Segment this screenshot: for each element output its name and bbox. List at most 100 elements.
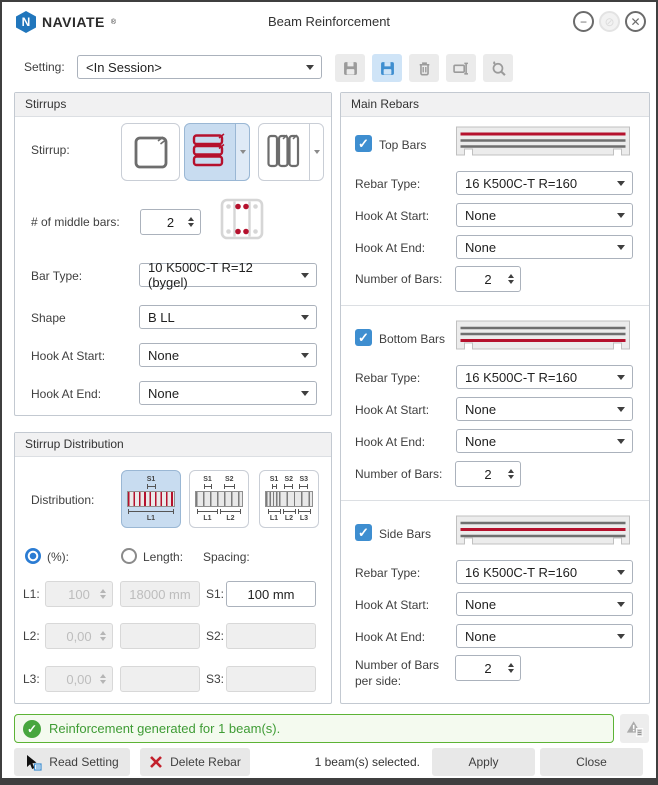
side-rebar-type-dropdown[interactable]: 16 K500C-T R=160	[456, 560, 633, 584]
top-number-of-bars-stepper[interactable]: 2	[455, 266, 521, 292]
side-bars-checkbox[interactable]: ✓	[355, 524, 372, 541]
s1-spacing-field[interactable]: 100 mm	[226, 581, 316, 607]
chevron-down-icon	[314, 150, 320, 154]
distribution-option-2zone[interactable]: S1 S2 L1 L2	[189, 470, 249, 528]
stirrup-stacked-dropdown[interactable]	[235, 124, 249, 180]
l2-length-field	[120, 623, 200, 649]
rename-setting-button[interactable]	[446, 54, 476, 82]
distribution-option-3zone[interactable]: S1 S2 S3 L1 L2 L3	[259, 470, 319, 528]
bottom-number-of-bars-stepper[interactable]: 2	[455, 461, 521, 487]
stirrup-hook-start-label: Hook At Start:	[31, 349, 105, 363]
l1-mini-label: L1	[147, 515, 155, 522]
side-number-of-bars-label: Number of Bars per side:	[355, 657, 451, 689]
percent-radio-label: (%):	[47, 550, 69, 564]
minimize-button[interactable]: −	[573, 11, 594, 32]
side-number-of-bars-value: 2	[484, 661, 491, 676]
stirrups-group: Stirrups Stirrup:	[14, 92, 332, 416]
selection-count-text: 1 beam(s) selected.	[282, 755, 420, 769]
length-radio[interactable]	[121, 548, 137, 564]
closed-stirrup-icon	[129, 130, 173, 174]
bottom-number-of-bars-value: 2	[484, 467, 491, 482]
side-bars-label: Side Bars	[379, 527, 431, 541]
stirrup-option-stacked[interactable]	[184, 123, 250, 181]
stirrup-section-preview-icon	[218, 197, 266, 241]
close-button[interactable]: ✕	[625, 11, 646, 32]
s2-label: S2:	[206, 629, 224, 643]
side-number-of-bars-stepper[interactable]: 2	[455, 655, 521, 681]
chevron-down-icon	[617, 375, 625, 380]
stirrup-hook-end-label: Hook At End:	[31, 387, 101, 401]
stepper-arrows-icon	[100, 589, 106, 599]
distribution-label: Distribution:	[31, 493, 94, 507]
stepper-arrows-icon[interactable]	[188, 217, 194, 227]
l1-mini-label: L1	[270, 515, 278, 522]
warnings-button-disabled	[620, 714, 649, 743]
bottom-rebar-type-dropdown[interactable]: 16 K500C-T R=160	[456, 365, 633, 389]
top-hook-start-dropdown[interactable]: None	[456, 203, 633, 227]
l1-length-field: 18000 mm	[120, 581, 200, 607]
distribution-option-1zone[interactable]: S1 L1	[121, 470, 181, 528]
s3-label: S3:	[206, 672, 224, 686]
save-icon	[343, 61, 358, 76]
apply-button[interactable]: Apply	[432, 748, 535, 776]
bottom-bars-beam-icon	[455, 320, 631, 354]
chevron-down-icon	[617, 213, 625, 218]
find-setting-button[interactable]	[483, 54, 513, 82]
l3-percent-value: 0,00	[66, 672, 91, 687]
stacked-stirrup-icon	[188, 130, 232, 174]
s1-label: S1:	[206, 587, 224, 601]
length-tick-icon	[298, 509, 311, 514]
window-title: Beam Reinforcement	[2, 14, 656, 29]
top-rebar-type-dropdown[interactable]: 16 K500C-T R=160	[456, 171, 633, 195]
top-hook-end-dropdown[interactable]: None	[456, 235, 633, 259]
top-hook-end-label: Hook At End:	[355, 241, 425, 255]
setting-toolbar	[335, 54, 513, 82]
chevron-down-icon	[617, 634, 625, 639]
length-tick-icon	[220, 509, 241, 514]
stirrup-option-closed[interactable]	[121, 123, 180, 181]
delete-rebar-button[interactable]: Delete Rebar	[140, 748, 250, 776]
spacing-tick-icon	[224, 484, 235, 489]
stepper-arrows-icon[interactable]	[508, 274, 514, 284]
side-hook-start-dropdown[interactable]: None	[456, 592, 633, 616]
chevron-down-icon	[617, 407, 625, 412]
stirrup-hook-end-dropdown[interactable]: None	[139, 381, 317, 405]
bottom-hook-start-dropdown[interactable]: None	[456, 397, 633, 421]
stepper-arrows-icon[interactable]	[508, 663, 514, 673]
bottom-hook-end-dropdown[interactable]: None	[456, 429, 633, 453]
stepper-arrows-icon[interactable]	[508, 469, 514, 479]
save-as-setting-button[interactable]	[372, 54, 402, 82]
side-rebar-type-label: Rebar Type:	[355, 566, 420, 580]
section-divider	[341, 305, 649, 306]
chevron-down-icon	[306, 65, 314, 70]
read-setting-button[interactable]: Read Setting	[14, 748, 130, 776]
chevron-down-icon	[617, 245, 625, 250]
shape-dropdown[interactable]: B LL	[139, 305, 317, 329]
top-hook-start-label: Hook At Start:	[355, 209, 429, 223]
delete-setting-button[interactable]	[409, 54, 439, 82]
distribution-2zone-diagram: S1 S2 L1 L2	[195, 476, 243, 522]
stirrup-vertical-dropdown[interactable]	[309, 124, 323, 180]
chevron-down-icon	[240, 150, 246, 154]
bottom-bars-checkbox[interactable]: ✓	[355, 329, 372, 346]
top-rebar-type-label: Rebar Type:	[355, 177, 420, 191]
l2-percent-stepper: 0,00	[45, 623, 113, 649]
close-dialog-button[interactable]: Close	[540, 748, 643, 776]
spacing-label: Spacing:	[203, 550, 250, 564]
stirrup-hook-start-dropdown[interactable]: None	[139, 343, 317, 367]
save-setting-button[interactable]	[335, 54, 365, 82]
middle-bars-stepper[interactable]: 2	[140, 209, 201, 235]
bar-type-dropdown[interactable]: 10 K500C-T R=12 (bygel)	[139, 263, 317, 287]
l3-length-field	[120, 666, 200, 692]
stirrup-option-vertical[interactable]	[258, 123, 324, 181]
l1-percent-value: 100	[68, 587, 90, 602]
setting-dropdown[interactable]: <In Session>	[77, 55, 322, 79]
side-hook-end-dropdown[interactable]: None	[456, 624, 633, 648]
chevron-down-icon	[617, 181, 625, 186]
bar-type-label: Bar Type:	[31, 269, 82, 283]
top-bars-checkbox[interactable]: ✓	[355, 135, 372, 152]
shape-value: B LL	[148, 310, 175, 325]
s2-mini-label: S2	[285, 476, 294, 483]
percent-radio[interactable]	[25, 548, 41, 564]
stirrups-group-title: Stirrups	[15, 93, 331, 117]
